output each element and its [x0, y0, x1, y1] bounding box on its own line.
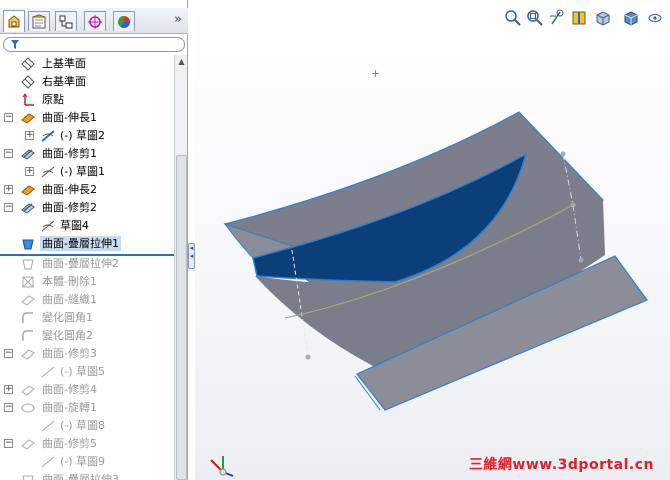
- dimxpert-icon: [88, 14, 102, 29]
- collapse-toggle[interactable]: −: [4, 149, 13, 158]
- collapse-toggle[interactable]: −: [4, 113, 13, 122]
- configuration-manager-icon: [59, 15, 73, 28]
- tree-item-top-plane[interactable]: 上基準面: [0, 55, 174, 72]
- collapse-panel-handle[interactable]: ◂ ◂: [188, 243, 195, 269]
- expand-toggle[interactable]: +: [4, 385, 13, 394]
- tree-item-sketch2[interactable]: + (-) 草圖2: [0, 127, 174, 144]
- tree-item-sketch8[interactable]: (-) 草圖8: [0, 417, 174, 434]
- tree-item-surface-trim1[interactable]: − 曲面-修剪1: [0, 145, 174, 162]
- property-manager-tab[interactable]: [28, 11, 50, 31]
- display-manager-icon: [117, 15, 131, 28]
- display-manager-tab[interactable]: [113, 11, 135, 31]
- tree-item-surface-loft3[interactable]: 曲面-疊層拉伸3: [0, 471, 174, 480]
- surface-extrude-icon: [21, 113, 35, 124]
- tree-item-sketch9[interactable]: (-) 草圖9: [0, 453, 174, 470]
- configuration-manager-tab[interactable]: [55, 11, 77, 31]
- surface-revolve-icon: [21, 403, 35, 413]
- property-manager-icon: [32, 13, 46, 28]
- filter-icon: [11, 40, 19, 49]
- surface-loft-icon: [22, 475, 34, 480]
- sketch-icon: [41, 366, 55, 378]
- sketch-icon: [41, 130, 55, 142]
- expand-toggle[interactable]: +: [25, 167, 34, 176]
- expand-toggle[interactable]: +: [4, 185, 13, 194]
- origin-icon: [22, 93, 34, 106]
- surface-loft-icon: [22, 239, 34, 250]
- collapse-toggle[interactable]: −: [4, 349, 13, 358]
- tree-scrollbar[interactable]: ▲: [174, 55, 187, 480]
- plane-icon: [21, 57, 35, 71]
- dimxpert-tab[interactable]: [84, 11, 106, 31]
- fillet-icon: [22, 330, 33, 341]
- fillet-icon: [22, 312, 33, 323]
- tree-item-sketch5[interactable]: (-) 草圖5: [0, 363, 174, 380]
- tree-item-delete-body1[interactable]: 本體-刪除1: [0, 273, 174, 290]
- tree-item-surface-trim5[interactable]: − 曲面-修剪5: [0, 435, 174, 452]
- tree-item-sketch4[interactable]: 草圖4: [0, 217, 174, 234]
- sketch-icon: [41, 456, 55, 468]
- manager-tab-bar: »: [0, 8, 188, 34]
- surface-extrude-icon: [21, 185, 35, 196]
- tree-item-surface-extrude2[interactable]: + 曲面-伸長2: [0, 181, 174, 198]
- watermark: 三維網www.3dportal.cn: [468, 457, 654, 473]
- collapse-toggle[interactable]: −: [4, 439, 13, 448]
- surface-trim-icon: [21, 349, 35, 360]
- tree-item-surface-knit1[interactable]: 曲面-縫織1: [0, 291, 174, 308]
- tree-item-sketch1[interactable]: + (-) 草圖1: [0, 163, 174, 180]
- surface-trim-icon: [21, 385, 35, 396]
- surface-loft-icon: [22, 259, 34, 270]
- tab-expand-button[interactable]: »: [174, 12, 182, 27]
- feature-manager-icon: [8, 14, 20, 27]
- surface-knit-icon: [21, 295, 35, 306]
- expand-toggle[interactable]: +: [25, 131, 34, 140]
- scroll-thumb[interactable]: [176, 155, 187, 480]
- graphics-viewport[interactable]: + 三維網www.3dportal.cn: [195, 0, 670, 480]
- tree-item-surface-revolve1[interactable]: − 曲面-旋轉1: [0, 399, 174, 416]
- tree-item-right-plane[interactable]: 右基準面: [0, 73, 174, 90]
- tree-item-origin[interactable]: 原點: [0, 91, 174, 108]
- sketch-icon: [41, 220, 55, 232]
- surface-trim-icon: [21, 439, 35, 450]
- tree-filter-input[interactable]: [3, 37, 185, 52]
- tree-item-variable-fillet1[interactable]: 變化圓角1: [0, 309, 174, 326]
- axis-triad: [210, 456, 234, 477]
- collapse-toggle[interactable]: −: [4, 203, 13, 212]
- tree-item-surface-trim2[interactable]: − 曲面-修剪2: [0, 199, 174, 216]
- feature-manager-panel: » 上基準面 右基準面 原點 − 曲面-伸長1 + (-) 草圖2 − 曲面-修…: [0, 0, 188, 480]
- tree-item-variable-fillet2[interactable]: 變化圓角2: [0, 327, 174, 344]
- sketch-icon: [41, 420, 55, 432]
- surface-trim-icon: [21, 203, 35, 214]
- tree-item-surface-trim4[interactable]: + 曲面-修剪4: [0, 381, 174, 398]
- tree-item-surface-loft1[interactable]: 曲面-疊層拉伸1: [0, 235, 174, 252]
- plane-icon: [21, 75, 35, 89]
- tree-item-surface-trim3[interactable]: − 曲面-修剪3: [0, 345, 174, 362]
- scroll-up-arrow[interactable]: ▲: [177, 57, 186, 66]
- panel-splitter[interactable]: ◂ ◂: [188, 0, 195, 480]
- surface-trim-icon: [21, 149, 35, 160]
- delete-body-icon: [22, 276, 34, 288]
- tree-item-surface-loft2[interactable]: 曲面-疊層拉伸2: [0, 255, 174, 272]
- model-surfaces: [210, 111, 648, 477]
- tree-item-surface-extrude1[interactable]: − 曲面-伸長1: [0, 109, 174, 126]
- feature-manager-tab[interactable]: [3, 10, 25, 32]
- sketch-icon: [41, 166, 55, 178]
- feature-tree: 上基準面 右基準面 原點 − 曲面-伸長1 + (-) 草圖2 − 曲面-修剪1: [0, 55, 174, 480]
- collapse-toggle[interactable]: −: [4, 403, 13, 412]
